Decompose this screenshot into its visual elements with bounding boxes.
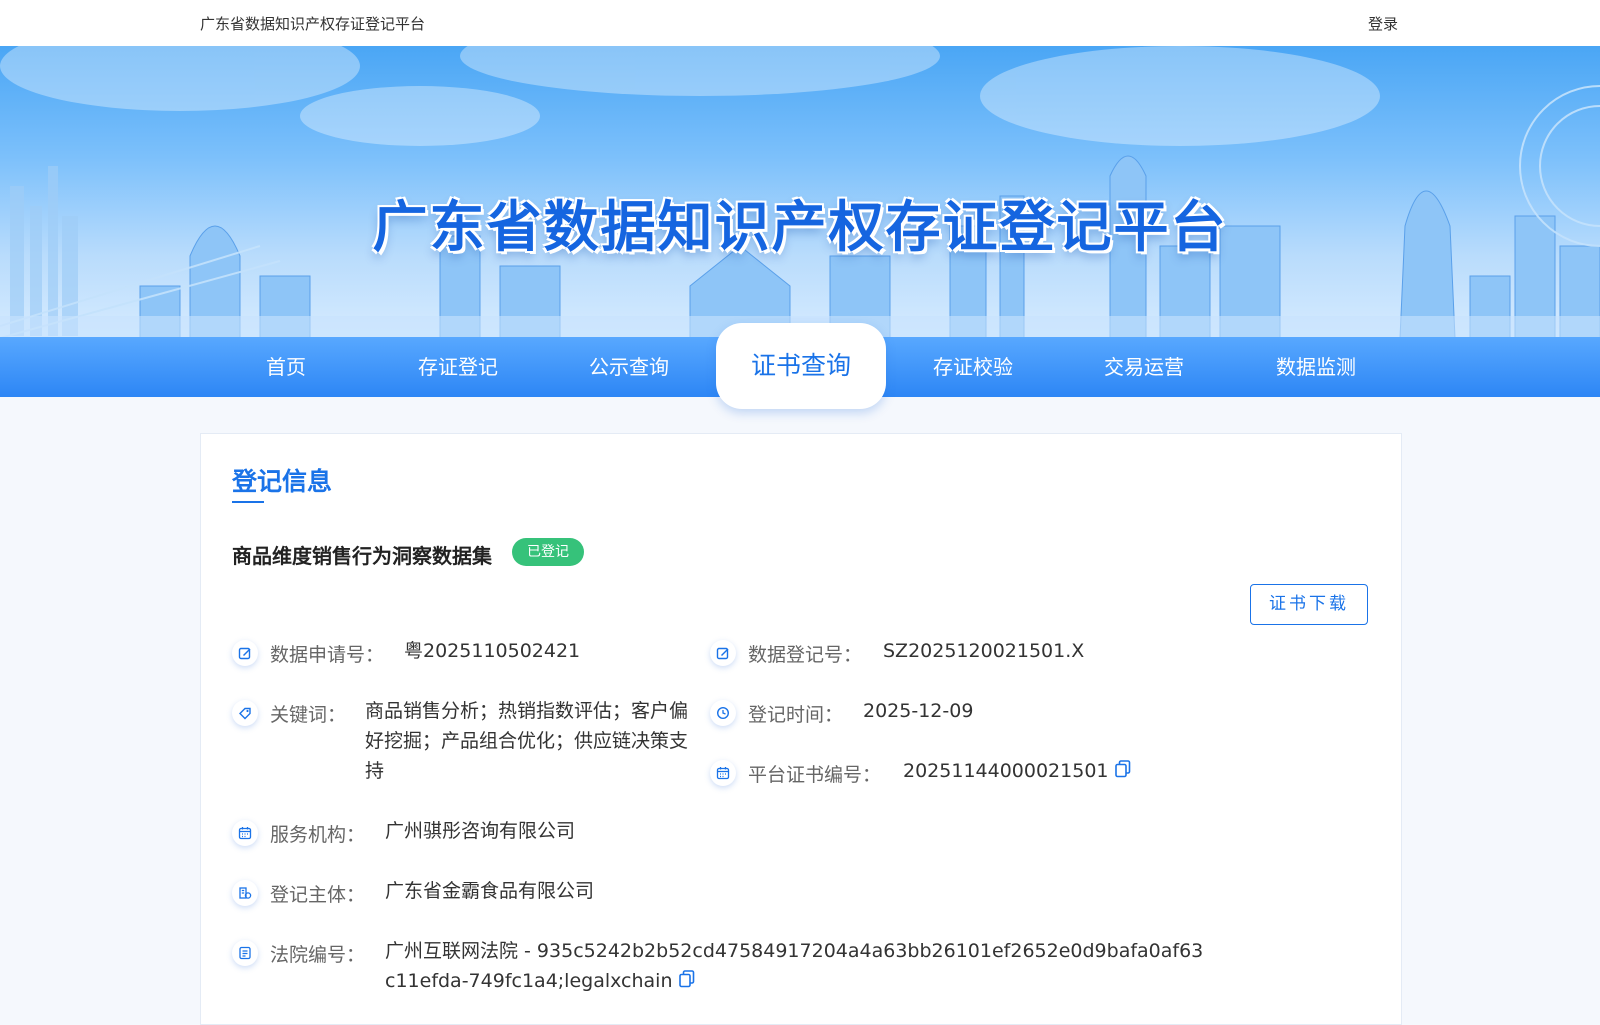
nav-item-data-monitoring[interactable]: 数据监测 bbox=[1241, 337, 1391, 397]
nav-item-public-query[interactable]: 公示查询 bbox=[554, 337, 704, 397]
main-nav: 首页 存证登记 公示查询 证书查询 存证校验 交易运营 数据监测 bbox=[0, 323, 1600, 409]
banner-title: 广东省数据知识产权存证登记平台 bbox=[372, 195, 1228, 259]
edit-icon bbox=[232, 640, 258, 666]
field-registrant: 登记主体： 广东省金霸食品有限公司 bbox=[232, 880, 832, 910]
login-link[interactable]: 登录 bbox=[1368, 13, 1398, 34]
certificate-no-text: 20251144000021501 bbox=[903, 760, 1109, 782]
field-value: 广州骐彤咨询有限公司 bbox=[385, 820, 576, 842]
field-label: 法院编号： bbox=[270, 944, 366, 966]
field-value: 20251144000021501 bbox=[903, 756, 1131, 787]
nav-item-home[interactable]: 首页 bbox=[211, 337, 361, 397]
edit-icon bbox=[710, 640, 736, 666]
field-value: 广东省金霸食品有限公司 bbox=[385, 880, 595, 902]
field-label: 平台证书编号： bbox=[748, 764, 882, 786]
field-label: 登记主体： bbox=[270, 884, 366, 906]
field-label: 服务机构： bbox=[270, 824, 366, 846]
dataset-name: 商品维度销售行为洞察数据集 bbox=[232, 544, 492, 568]
site-name: 广东省数据知识产权存证登记平台 bbox=[200, 15, 426, 33]
field-keywords: 关键词： 商品销售分析；热销指数评估；客户偏好挖掘；产品组合优化；供应链决策支持 bbox=[232, 700, 712, 790]
calendar-icon bbox=[232, 820, 258, 846]
banner: 广东省数据知识产权存证登记平台 bbox=[0, 46, 1600, 338]
copy-icon[interactable] bbox=[1114, 757, 1131, 787]
top-bar: 广东省数据知识产权存证登记平台 登录 bbox=[0, 0, 1600, 46]
field-label: 数据申请号： bbox=[270, 644, 385, 666]
status-badge: 已登记 bbox=[512, 538, 584, 566]
section-title: 登记信息 bbox=[232, 467, 333, 496]
nav-item-evidence-verification[interactable]: 存证校验 bbox=[898, 337, 1048, 397]
field-label: 登记时间： bbox=[748, 704, 844, 726]
registration-info-card: 登记信息 商品维度销售行为洞察数据集 已登记 证书下载 数据申请号： 粤2025… bbox=[200, 433, 1402, 1025]
court-no-text: 广州互联网法院 - 935c5242b2b52cd47584917204a4a6… bbox=[385, 940, 1204, 992]
calendar-icon bbox=[710, 760, 736, 786]
copy-icon[interactable] bbox=[678, 967, 695, 997]
field-application-no: 数据申请号： 粤2025110502421 bbox=[232, 640, 672, 670]
field-registration-no: 数据登记号： SZ2025120021501.X bbox=[710, 640, 1210, 670]
nav-item-evidence-registration[interactable]: 存证登记 bbox=[383, 337, 533, 397]
field-service-org: 服务机构： 广州骐彤咨询有限公司 bbox=[232, 820, 832, 850]
nav-item-trading-operations[interactable]: 交易运营 bbox=[1069, 337, 1219, 397]
clock-icon bbox=[710, 700, 736, 726]
tag-icon bbox=[232, 700, 258, 726]
section-title-underline bbox=[232, 501, 264, 503]
certificate-download-button[interactable]: 证书下载 bbox=[1250, 584, 1368, 625]
nav-item-certificate-query[interactable]: 证书查询 bbox=[716, 323, 886, 409]
building-icon bbox=[232, 880, 258, 906]
field-value: 广州互联网法院 - 935c5242b2b52cd47584917204a4a6… bbox=[385, 936, 1205, 997]
field-value: 2025-12-09 bbox=[863, 700, 974, 722]
field-label: 数据登记号： bbox=[748, 644, 863, 666]
field-value: 商品销售分析；热销指数评估；客户偏好挖掘；产品组合优化；供应链决策支持 bbox=[365, 700, 689, 782]
field-registration-time: 登记时间： 2025-12-09 bbox=[710, 700, 1110, 730]
field-label: 关键词： bbox=[270, 704, 347, 726]
document-icon bbox=[232, 940, 258, 966]
field-value: SZ2025120021501.X bbox=[883, 640, 1085, 662]
field-certificate-no: 平台证书编号： 20251144000021501 bbox=[710, 759, 1210, 790]
field-value: 粤2025110502421 bbox=[404, 640, 581, 662]
